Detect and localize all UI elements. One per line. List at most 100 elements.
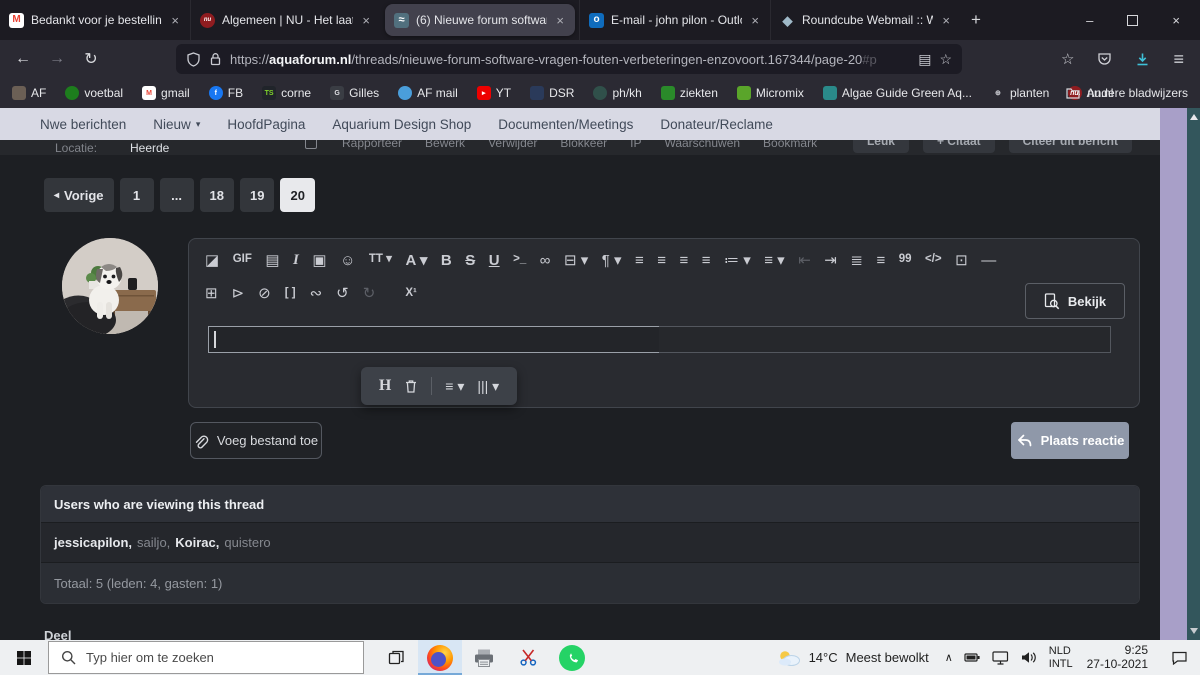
printer-taskbar-button[interactable]: [462, 640, 506, 675]
table-header-toggle[interactable]: H: [379, 377, 391, 395]
table-delete-button[interactable]: [404, 379, 418, 394]
bookmark-gilles[interactable]: GGilles: [330, 86, 379, 100]
taskbar-search-input[interactable]: Typ hier om te zoeken: [48, 641, 364, 674]
post-reply-button[interactable]: Plaats reactie: [1011, 422, 1129, 459]
user-avatar-dog[interactable]: [62, 238, 158, 334]
bookmark-ziekten[interactable]: ziekten: [661, 86, 718, 100]
bookmark-af[interactable]: AF: [12, 86, 46, 100]
remove-format-icon[interactable]: ◪: [205, 253, 219, 268]
bb-code-icon[interactable]: [ ]: [285, 288, 296, 300]
close-tab-icon[interactable]: ×: [360, 13, 372, 28]
preview-button[interactable]: Bekijk: [1025, 283, 1125, 319]
taskbar-clock[interactable]: 9:25 27-10-2021: [1087, 644, 1148, 671]
table-cell-input-focused[interactable]: [208, 326, 660, 353]
insert-link-icon[interactable]: ∾: [310, 286, 323, 301]
bookmark-star-icon[interactable]: ☆: [939, 51, 952, 68]
firefox-taskbar-button[interactable]: [418, 640, 462, 675]
page-button-19[interactable]: 19: [240, 178, 274, 212]
battery-icon[interactable]: [964, 650, 981, 665]
camera-icon[interactable]: ⊡: [955, 253, 968, 268]
indent-icon[interactable]: ⇥: [824, 253, 837, 268]
list-style-icon[interactable]: ≔ ▾: [724, 253, 751, 268]
horizontal-rule-icon[interactable]: —: [981, 253, 996, 268]
bold-icon[interactable]: B: [441, 253, 452, 268]
tab-gmail-order[interactable]: M Bedankt voor je bestelling me ×: [0, 0, 190, 40]
italic-icon[interactable]: I: [293, 253, 299, 268]
forward-icon[interactable]: →: [40, 50, 74, 68]
bookmark-corne[interactable]: TScorne: [262, 86, 311, 100]
tab-outlook[interactable]: o E-mail - john pilon - Outlook ×: [579, 0, 770, 40]
spoiler-icon[interactable]: ⊘: [258, 286, 271, 301]
insert-media-icon[interactable]: ⊳: [232, 286, 245, 301]
lock-icon[interactable]: [209, 52, 222, 66]
nav-item-donate[interactable]: Donateur/Reclame: [660, 117, 773, 132]
taskbar-weather[interactable]: 14°C Meest bewolkt: [777, 649, 929, 666]
outdent-icon[interactable]: ⇤: [798, 253, 811, 268]
superscript-icon[interactable]: X¹: [405, 288, 417, 300]
close-tab-icon[interactable]: ×: [169, 13, 181, 28]
close-window-icon[interactable]: ×: [1172, 13, 1180, 28]
menu-icon[interactable]: ≡: [1173, 49, 1184, 70]
tab-roundcube[interactable]: ◆ Roundcube Webmail :: Welko ×: [770, 0, 961, 40]
align-justify-icon[interactable]: ≡: [635, 253, 644, 268]
page-button-18[interactable]: 18: [200, 178, 234, 212]
pocket-icon[interactable]: [1097, 52, 1112, 66]
warn-link[interactable]: Waarschuwen: [664, 140, 740, 150]
language-indicator[interactable]: NLD INTL: [1049, 645, 1073, 670]
browser-scrollbar-track[interactable]: [1187, 108, 1200, 640]
minimize-window-icon[interactable]: –: [1086, 13, 1093, 28]
table-columns-menu[interactable]: ||| ▾: [477, 378, 499, 395]
page-button-20-current[interactable]: 20: [280, 178, 314, 212]
inline-code-icon[interactable]: >_: [513, 254, 526, 266]
align-left-icon[interactable]: ≡: [657, 253, 666, 268]
attach-file-button[interactable]: Voeg bestand toe: [190, 422, 322, 459]
undo-icon[interactable]: ↺: [336, 286, 349, 301]
start-button[interactable]: [0, 640, 48, 675]
user-link[interactable]: jessicapilon,: [54, 535, 132, 550]
inline-spoiler-icon[interactable]: ∞: [540, 253, 551, 268]
align-center-icon[interactable]: ≡: [702, 253, 711, 268]
gif-icon[interactable]: GIF: [233, 254, 252, 266]
close-tab-icon[interactable]: ×: [749, 13, 761, 28]
cite-post-button[interactable]: Citeer dit bericht: [1009, 140, 1132, 153]
bookmark-micromix[interactable]: Micromix: [737, 86, 804, 100]
page-button-1[interactable]: 1: [120, 178, 154, 212]
snipping-tool-taskbar-button[interactable]: [506, 640, 550, 675]
quote-icon[interactable]: 99: [899, 254, 912, 266]
other-bookmarks-button[interactable]: Andere bladwijzers: [1066, 86, 1188, 100]
insert-table-icon[interactable]: ⊞: [205, 286, 218, 301]
reader-view-icon[interactable]: ▤: [918, 51, 931, 68]
quote-button[interactable]: + Citaat: [923, 140, 995, 153]
tray-chevron-icon[interactable]: ∧: [945, 651, 953, 664]
bookmark-algae-guide-green-aq-[interactable]: Algae Guide Green Aq...: [823, 86, 972, 100]
close-tab-icon[interactable]: ×: [554, 13, 566, 28]
unordered-list-icon[interactable]: ≡: [876, 253, 885, 268]
page-scrollbar-thumb[interactable]: [1160, 108, 1187, 640]
save-draft-icon[interactable]: ⊟ ▾: [564, 253, 588, 268]
nav-item-shop[interactable]: Aquarium Design Shop: [332, 117, 471, 132]
redo-icon[interactable]: ↻: [363, 286, 376, 301]
bookmark-af-mail[interactable]: AF mail: [398, 86, 458, 100]
user-link[interactable]: sailjo,: [137, 535, 170, 550]
select-post-checkbox[interactable]: [305, 140, 317, 149]
reload-icon[interactable]: ↻: [74, 49, 108, 69]
nav-item-new[interactable]: Nieuw▾: [153, 117, 200, 132]
action-center-button[interactable]: [1158, 640, 1200, 675]
underline-icon[interactable]: U: [489, 253, 500, 268]
ordered-list-icon[interactable]: ≣: [850, 253, 863, 268]
scroll-down-arrow-icon[interactable]: [1190, 628, 1198, 634]
table-rows-menu[interactable]: ≡ ▾: [445, 378, 464, 395]
restore-window-icon[interactable]: [1127, 15, 1138, 26]
shield-icon[interactable]: [186, 52, 201, 67]
align-menu-icon[interactable]: ≡ ▾: [764, 253, 784, 268]
edit-link[interactable]: Bewerk: [425, 140, 465, 150]
page-ellipsis[interactable]: ...: [160, 178, 194, 212]
code-block-icon[interactable]: </>: [925, 254, 942, 266]
strikethrough-icon[interactable]: S: [465, 253, 475, 268]
collections-star-icon[interactable]: ☆: [1061, 50, 1074, 68]
insert-image-icon[interactable]: ▣: [312, 253, 326, 268]
prev-page-button[interactable]: ◂Vorige: [44, 178, 114, 212]
bookmark-gmail[interactable]: Mgmail: [142, 86, 190, 100]
user-link[interactable]: Koirac,: [175, 535, 219, 550]
delete-link[interactable]: Verwijder: [488, 140, 537, 150]
